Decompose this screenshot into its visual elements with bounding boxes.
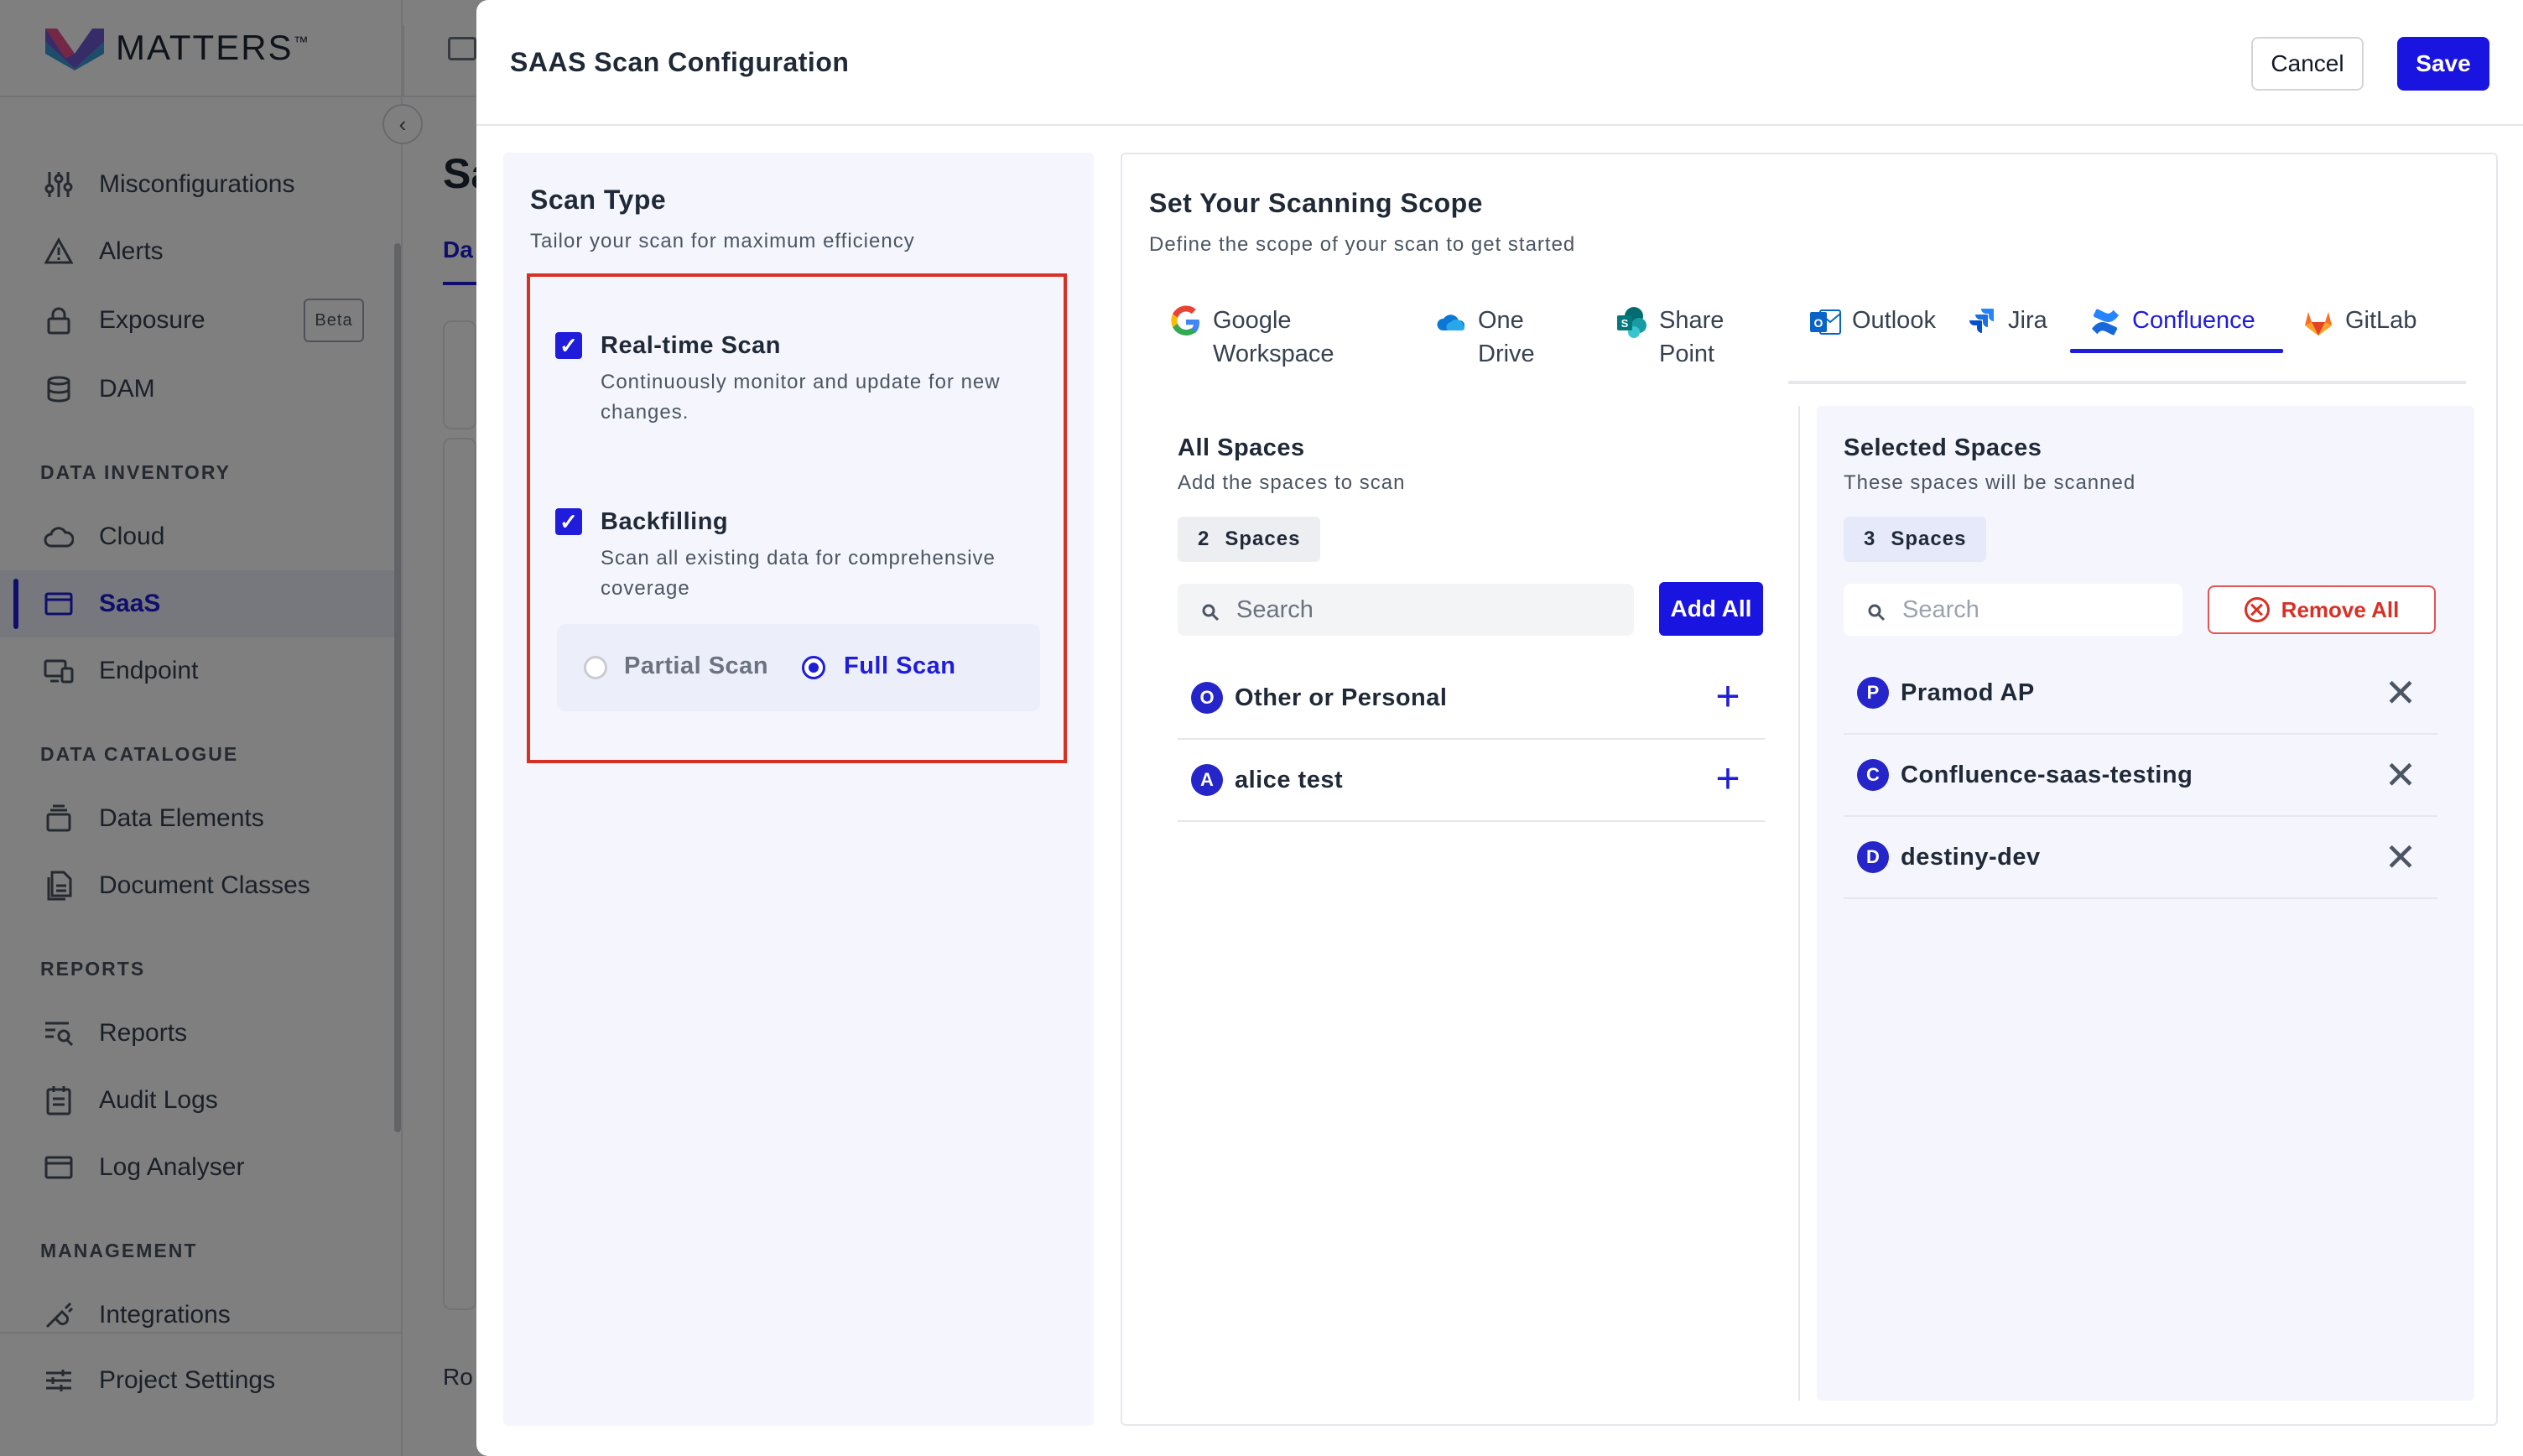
- tab-label: Jira: [2008, 307, 2047, 334]
- list-item: P Pramod AP ✕: [1844, 653, 2437, 735]
- avatar: A: [1191, 764, 1223, 796]
- list-item: O Other or Personal +: [1178, 658, 1765, 740]
- full-scan-radio[interactable]: [802, 656, 825, 679]
- google-icon: [1169, 305, 1203, 339]
- saas-scan-config-modal: SAAS Scan Configuration Cancel Save Scan…: [476, 0, 2523, 1456]
- remove-space-button[interactable]: ✕: [2382, 838, 2419, 876]
- outlook-icon: O: [1808, 305, 1842, 339]
- check-icon: ✓: [559, 508, 578, 534]
- list-item: D destiny-dev ✕: [1844, 817, 2437, 899]
- svg-text:O: O: [1814, 316, 1823, 330]
- backfilling-title: Backfilling: [601, 508, 729, 535]
- avatar: P: [1857, 677, 1889, 709]
- count-value: 3: [1864, 528, 1876, 550]
- tab-label: Confluence: [2132, 307, 2255, 334]
- space-name: destiny-dev: [1901, 843, 2041, 871]
- svg-text:S: S: [1621, 317, 1629, 330]
- check-icon: ✓: [559, 332, 578, 358]
- add-space-button[interactable]: +: [1709, 757, 1746, 799]
- active-tab-indicator: [2070, 349, 2283, 353]
- space-name: Pramod AP: [1901, 679, 2035, 706]
- tab-onedrive[interactable]: One Drive: [1434, 304, 1535, 379]
- avatar: O: [1191, 682, 1223, 714]
- tab-label: Share Point: [1659, 307, 1724, 367]
- cancel-button[interactable]: Cancel: [2251, 37, 2364, 91]
- count-label: Spaces: [1225, 528, 1301, 550]
- scan-type-subtitle: Tailor your scan for maximum efficiency: [530, 230, 915, 252]
- list-item: C Confluence-saas-testing ✕: [1844, 735, 2437, 817]
- gitlab-icon: [2302, 305, 2335, 339]
- remove-space-button[interactable]: ✕: [2382, 756, 2419, 794]
- tab-label: Google Workspace: [1213, 307, 1334, 367]
- modal-header: SAAS Scan Configuration Cancel Save: [476, 0, 2523, 126]
- avatar: D: [1857, 841, 1889, 873]
- realtime-scan-checkbox[interactable]: ✓: [555, 332, 582, 359]
- scan-type-title: Scan Type: [530, 185, 667, 215]
- tab-label: One Drive: [1478, 307, 1535, 367]
- columns-divider: [1798, 406, 1800, 1401]
- realtime-scan-title: Real-time Scan: [601, 332, 781, 359]
- selected-spaces-title: Selected Spaces: [1844, 434, 2042, 461]
- sharepoint-icon: S: [1615, 305, 1649, 339]
- tab-outlook[interactable]: O Outlook: [1808, 304, 1936, 379]
- all-spaces-title: All Spaces: [1178, 434, 1305, 461]
- list-item: A alice test +: [1178, 740, 1765, 822]
- search-placeholder: Search: [1236, 595, 1314, 623]
- tabs-divider: [1788, 381, 2466, 384]
- add-all-button[interactable]: Add All: [1659, 582, 1763, 636]
- partial-scan-label[interactable]: Partial Scan: [624, 653, 768, 680]
- backfilling-checkbox[interactable]: ✓: [555, 508, 582, 535]
- selected-spaces-panel: Selected Spaces These spaces will be sca…: [1817, 406, 2474, 1401]
- space-name: Other or Personal: [1235, 684, 1448, 711]
- modal-title: SAAS Scan Configuration: [510, 47, 850, 77]
- search-placeholder: Search: [1902, 595, 1979, 623]
- avatar: C: [1857, 759, 1889, 791]
- tab-confluence[interactable]: Confluence: [2089, 304, 2255, 379]
- scanning-scope-panel: Set Your Scanning Scope Define the scope…: [1121, 153, 2498, 1426]
- remove-space-button[interactable]: ✕: [2382, 673, 2419, 712]
- tab-label: Outlook: [1852, 307, 1936, 334]
- onedrive-icon: [1434, 305, 1468, 339]
- count-value: 2: [1198, 528, 1210, 550]
- remove-all-label: Remove All: [2281, 596, 2400, 622]
- circle-x-icon: [2244, 597, 2270, 622]
- all-spaces-search-input[interactable]: Search: [1178, 584, 1634, 636]
- selected-spaces-subtitle: These spaces will be scanned: [1844, 471, 2136, 494]
- search-icon: [1867, 601, 1886, 621]
- scan-type-panel: Scan Type Tailor your scan for maximum e…: [503, 153, 1094, 1426]
- confluence-icon: [2089, 305, 2122, 339]
- space-name: alice test: [1235, 766, 1344, 793]
- save-button[interactable]: Save: [2397, 37, 2489, 91]
- remove-all-button[interactable]: Remove All: [2208, 585, 2436, 634]
- realtime-scan-description: Continuously monitor and update for new …: [601, 371, 1001, 424]
- backfilling-description: Scan all existing data for comprehensive…: [601, 547, 996, 600]
- all-spaces-count-badge: 2 Spaces: [1178, 517, 1321, 562]
- tab-label: GitLab: [2345, 307, 2417, 334]
- scope-title: Set Your Scanning Scope: [1149, 188, 1483, 218]
- space-name: Confluence-saas-testing: [1901, 761, 2193, 788]
- jira-icon: [1964, 305, 1998, 339]
- scope-subtitle: Define the scope of your scan to get sta…: [1149, 233, 1576, 256]
- tab-jira[interactable]: Jira: [1964, 304, 2047, 379]
- selected-spaces-search-input[interactable]: Search: [1844, 584, 2182, 636]
- add-space-button[interactable]: +: [1709, 675, 1746, 717]
- all-spaces-subtitle: Add the spaces to scan: [1178, 471, 1406, 494]
- tab-sharepoint[interactable]: S Share Point: [1615, 304, 1724, 379]
- partial-scan-radio[interactable]: [584, 656, 607, 679]
- search-icon: [1201, 601, 1220, 621]
- full-scan-label[interactable]: Full Scan: [844, 653, 955, 680]
- scan-depth-radio-group: Partial Scan Full Scan: [557, 624, 1040, 711]
- tab-gitlab[interactable]: GitLab: [2302, 304, 2416, 379]
- selected-spaces-count-badge: 3 Spaces: [1844, 517, 1987, 562]
- count-label: Spaces: [1891, 528, 1967, 550]
- tab-google-workspace[interactable]: Google Workspace: [1169, 304, 1334, 379]
